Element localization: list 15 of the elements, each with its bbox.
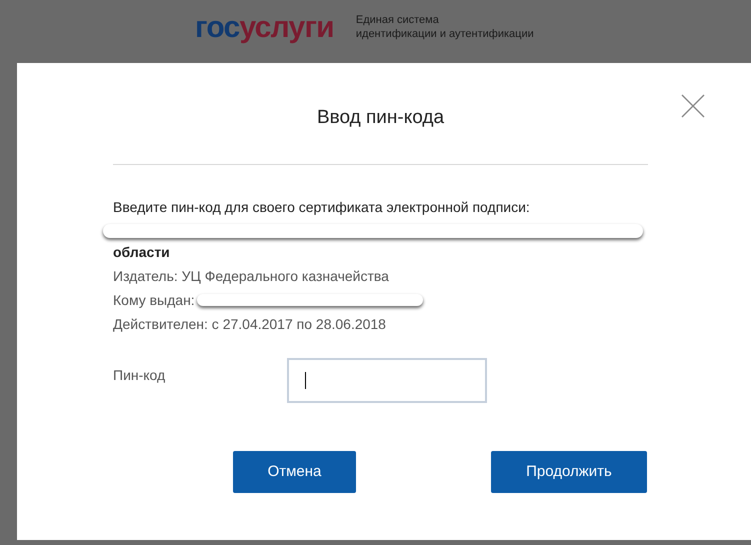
dialog-title: Ввод пин-кода xyxy=(316,106,446,130)
pin-field[interactable] xyxy=(287,358,487,403)
prompt-text: Введите пин-код для своего сертификата электронной подписи: xyxy=(113,198,531,217)
owner-text: области xyxy=(113,243,171,262)
tagline-text: Единая система xyxy=(356,12,440,26)
continue-button[interactable]: Продолжить xyxy=(491,451,647,493)
validity-text: Действителен: с 27.04.2017 по 28.06.2018 xyxy=(113,315,387,334)
issuer-text: Издатель: УЦ Федерального казначейства xyxy=(113,267,390,286)
logo: госуслуги xyxy=(195,12,334,42)
text-cursor xyxy=(305,372,306,389)
issued-to-label: Кому выдан: xyxy=(113,291,195,310)
close-icon[interactable] xyxy=(681,94,705,118)
pin-label: Пин-код xyxy=(113,366,166,385)
cancel-button[interactable]: Отмена xyxy=(233,451,356,493)
tagline-text: идентификации и аутентификации xyxy=(356,26,534,40)
